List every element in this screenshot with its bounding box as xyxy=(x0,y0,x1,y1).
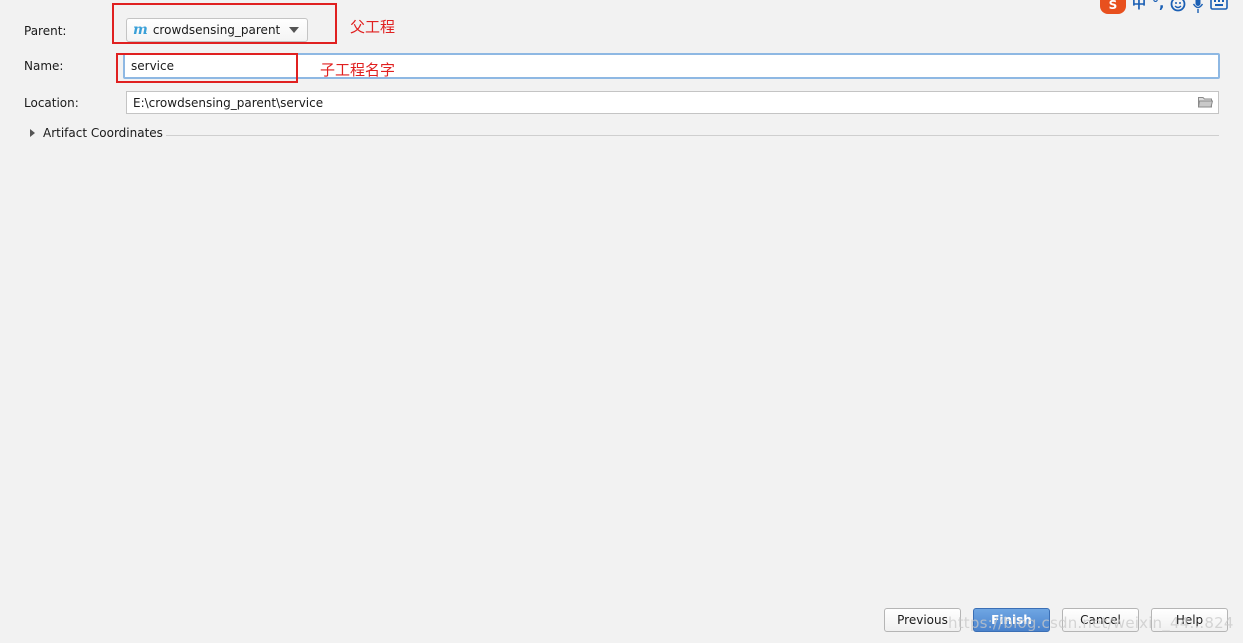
parent-combobox-value: crowdsensing_parent xyxy=(152,23,281,37)
ime-toolbar: S 中 °, xyxy=(1100,0,1243,14)
location-input[interactable] xyxy=(126,91,1219,114)
artifact-divider xyxy=(166,135,1219,136)
artifact-coordinates-label: Artifact Coordinates xyxy=(43,126,163,140)
watermark: https://blog.csdn.net/weixin_44...824 xyxy=(948,614,1234,632)
keyboard-icon[interactable] xyxy=(1210,0,1229,14)
smiley-icon[interactable] xyxy=(1170,0,1186,14)
microphone-icon[interactable] xyxy=(1192,0,1204,14)
name-annotation: 子工程名字 xyxy=(320,61,396,79)
parent-label: Parent: xyxy=(24,24,67,38)
ime-punctuation-toggle[interactable]: °, xyxy=(1152,0,1164,14)
parent-annotation: 父工程 xyxy=(350,18,396,36)
chevron-right-icon xyxy=(30,129,35,137)
maven-module-icon: m xyxy=(133,22,148,38)
ime-mode-toggle[interactable]: 中 xyxy=(1132,0,1146,14)
sogou-logo-icon[interactable]: S xyxy=(1100,0,1126,14)
folder-browse-icon[interactable] xyxy=(1197,96,1214,108)
location-label: Location: xyxy=(24,96,79,110)
chevron-down-icon[interactable] xyxy=(289,27,299,33)
parent-combobox[interactable]: m crowdsensing_parent xyxy=(126,18,308,42)
artifact-coordinates-toggle[interactable]: Artifact Coordinates xyxy=(30,126,163,140)
name-input[interactable] xyxy=(123,53,1220,79)
name-label: Name: xyxy=(24,59,64,73)
